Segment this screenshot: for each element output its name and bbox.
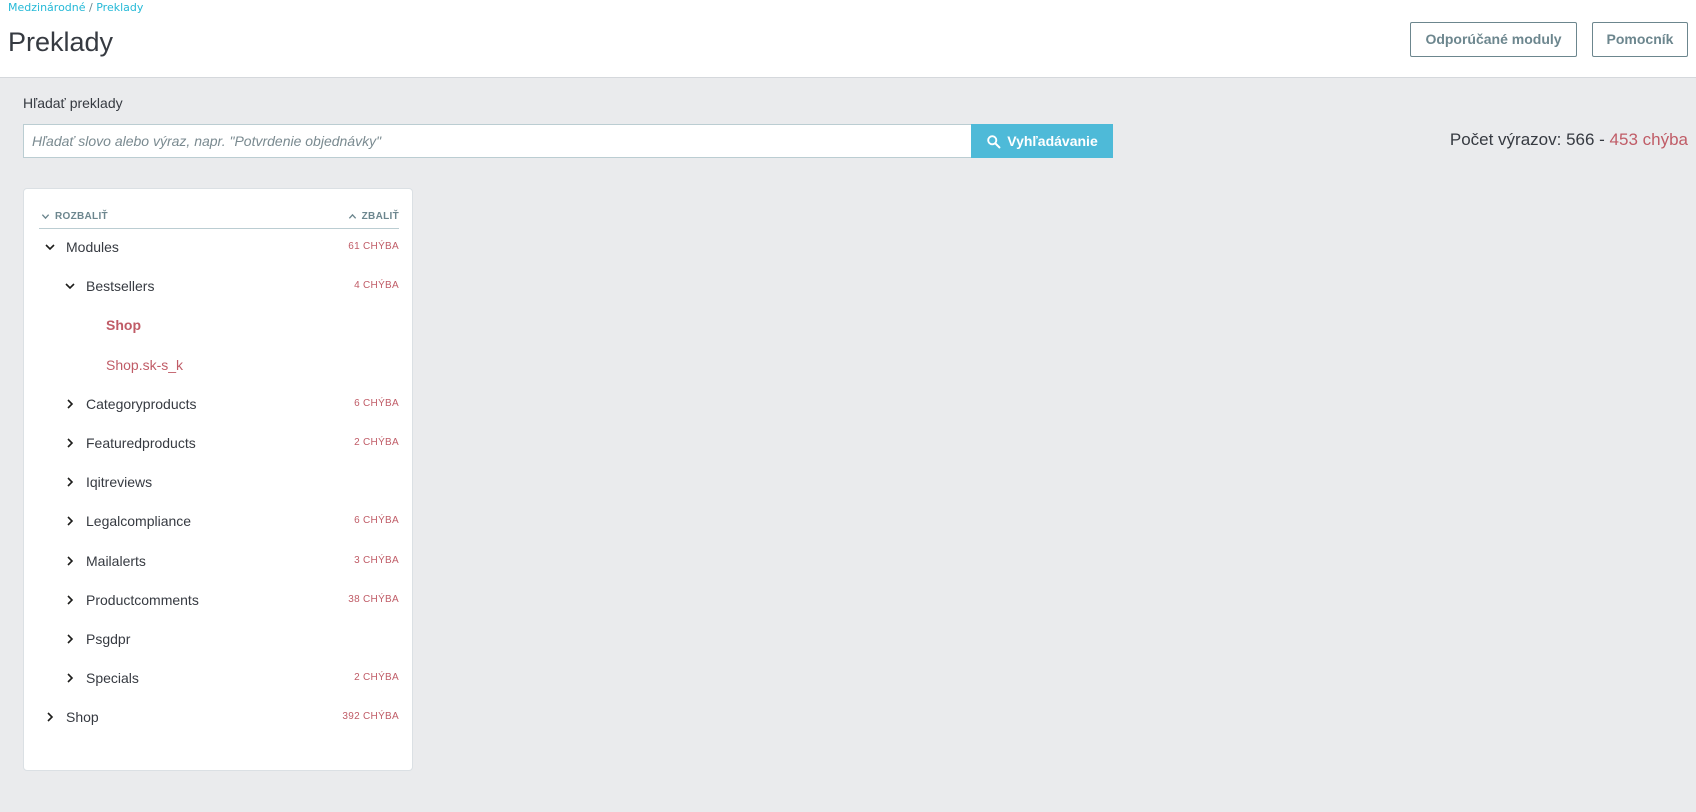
chevron-right-icon[interactable] bbox=[64, 515, 76, 527]
tree-folder-item[interactable]: Iqitreviews bbox=[39, 470, 399, 494]
tree-folder-item[interactable]: Categoryproducts 6 CHÝBA bbox=[39, 392, 399, 416]
missing-count-badge: 61 CHÝBA bbox=[348, 241, 399, 252]
translation-tree-panel: ROZBALIŤ ZBALIŤ Modules 61 CHÝBA Bestselle… bbox=[23, 188, 413, 771]
recommended-modules-button[interactable]: Odporúčané moduly bbox=[1410, 22, 1577, 57]
missing-count-badge: 6 CHÝBA bbox=[354, 515, 399, 527]
chevron-down-icon bbox=[41, 214, 50, 220]
chevron-right-icon[interactable] bbox=[64, 437, 76, 449]
missing-count-badge: 2 CHÝBA bbox=[354, 672, 399, 684]
collapse-all-button[interactable]: ZBALIŤ bbox=[348, 211, 399, 222]
search-button-label: Vyhľadávanie bbox=[1007, 133, 1098, 149]
tree-item-label: Mailalerts bbox=[86, 552, 146, 569]
tree-folder-item[interactable]: Modules 61 CHÝBA bbox=[39, 235, 399, 259]
expressions-missing: 453 chýba bbox=[1609, 130, 1688, 149]
expressions-total: Počet výrazov: 566 - bbox=[1449, 130, 1610, 149]
tree-folder-item[interactable]: Productcomments 38 CHÝBA bbox=[39, 588, 399, 612]
chevron-right-icon[interactable] bbox=[64, 633, 76, 645]
tree-folder-item[interactable]: Shop 392 CHÝBA bbox=[39, 705, 399, 729]
tree-item-label: Bestsellers bbox=[86, 278, 155, 295]
search-input[interactable] bbox=[23, 124, 972, 158]
tree-folder-item[interactable]: Legalcompliance 6 CHÝBA bbox=[39, 509, 399, 533]
tree-folder-item[interactable]: Psgdpr bbox=[39, 627, 399, 651]
chevron-right-icon[interactable] bbox=[44, 711, 56, 723]
page-title: Preklady bbox=[8, 27, 114, 57]
tree-leaf-item[interactable]: Shop bbox=[39, 313, 399, 337]
missing-count-badge: 4 CHÝBA bbox=[354, 280, 399, 292]
chevron-up-icon bbox=[348, 213, 356, 219]
missing-count-badge: 38 CHÝBA bbox=[348, 593, 399, 605]
page-header: Medzinárodné / Preklady Preklady Odporúč… bbox=[0, 0, 1696, 78]
tree-folder-item[interactable]: Bestsellers 4 CHÝBA bbox=[39, 274, 399, 298]
breadcrumb-item-international[interactable]: Medzinárodné bbox=[8, 1, 86, 14]
collapse-all-label: ZBALIŤ bbox=[361, 211, 399, 222]
tree-item-label: Productcomments bbox=[86, 591, 199, 608]
tree-item-label: Legalcompliance bbox=[86, 513, 192, 530]
missing-count-badge: 6 CHÝBA bbox=[354, 397, 399, 409]
tree-item-label: Shop bbox=[66, 709, 99, 726]
tree-item-label: Specials bbox=[86, 670, 139, 687]
chevron-right-icon[interactable] bbox=[64, 672, 76, 684]
help-button[interactable]: Pomocník bbox=[1592, 22, 1688, 57]
tree-folder-item[interactable]: Mailalerts 3 CHÝBA bbox=[39, 549, 399, 573]
tree-item-label: Iqitreviews bbox=[86, 474, 153, 491]
tree-item-label: Shop.sk-s_k bbox=[106, 356, 184, 373]
chevron-down-icon[interactable] bbox=[64, 280, 76, 292]
search-button[interactable]: Vyhľadávanie bbox=[971, 124, 1113, 158]
tree-item-label: Featuredproducts bbox=[86, 435, 196, 451]
missing-count-badge: 3 CHÝBA bbox=[354, 554, 399, 566]
search-icon bbox=[987, 134, 1001, 148]
tree-item-label: Categoryproducts bbox=[86, 395, 197, 412]
chevron-right-icon[interactable] bbox=[64, 398, 76, 410]
breadcrumb: Medzinárodné / Preklady bbox=[8, 1, 143, 15]
breadcrumb-item-translations[interactable]: Preklady bbox=[96, 1, 143, 14]
tree-item-label: Psgdpr bbox=[86, 631, 131, 647]
chevron-right-icon[interactable] bbox=[64, 476, 76, 488]
chevron-right-icon[interactable] bbox=[64, 594, 76, 606]
chevron-right-icon[interactable] bbox=[64, 555, 76, 567]
expand-all-button[interactable]: ROZBALIŤ bbox=[41, 211, 108, 222]
tree-item-label: Shop bbox=[106, 317, 141, 334]
tree-leaf-item[interactable]: Shop.sk-s_k bbox=[39, 353, 399, 377]
expressions-count: Počet výrazov: 566 - 453 chýba bbox=[1450, 130, 1688, 150]
tree-item-label: Modules bbox=[66, 239, 119, 255]
missing-count-badge: 2 CHÝBA bbox=[354, 437, 399, 448]
missing-count-badge: 392 CHÝBA bbox=[342, 711, 399, 723]
chevron-down-icon[interactable] bbox=[44, 241, 56, 253]
search-label: Hľadať preklady bbox=[23, 95, 123, 111]
tree-controls: ROZBALIŤ ZBALIŤ bbox=[39, 207, 399, 229]
expand-all-label: ROZBALIŤ bbox=[55, 211, 108, 222]
tree-folder-item[interactable]: Specials 2 CHÝBA bbox=[39, 666, 399, 690]
tree-folder-item[interactable]: Featuredproducts 2 CHÝBA bbox=[39, 431, 399, 455]
